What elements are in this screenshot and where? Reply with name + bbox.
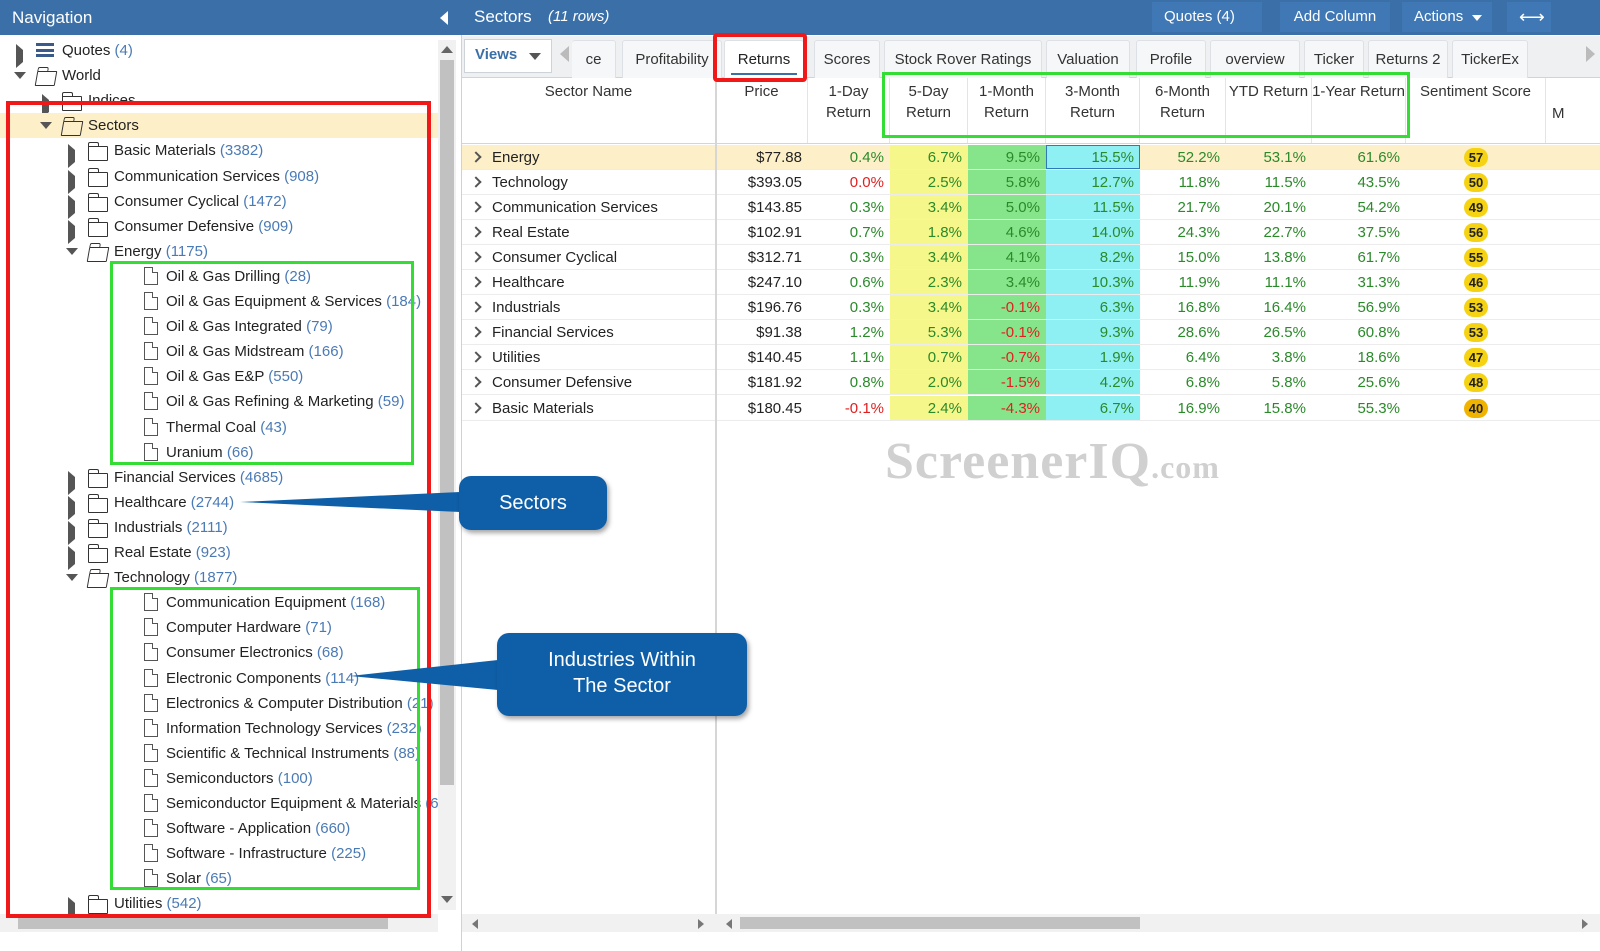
industries-callout-line1: Industries Within <box>548 649 696 671</box>
industries-callout-line2: The Sector <box>573 675 671 697</box>
industries-callout-pointer <box>350 660 498 690</box>
industries-callout: Industries Within The Sector <box>497 633 747 716</box>
app-window: Navigation Quotes (4) World Indices Sectors… <box>0 0 1600 951</box>
sectors-callout: Sectors <box>459 476 607 530</box>
callout-pointers <box>240 492 498 690</box>
sectors-callout-pointer <box>240 492 460 512</box>
